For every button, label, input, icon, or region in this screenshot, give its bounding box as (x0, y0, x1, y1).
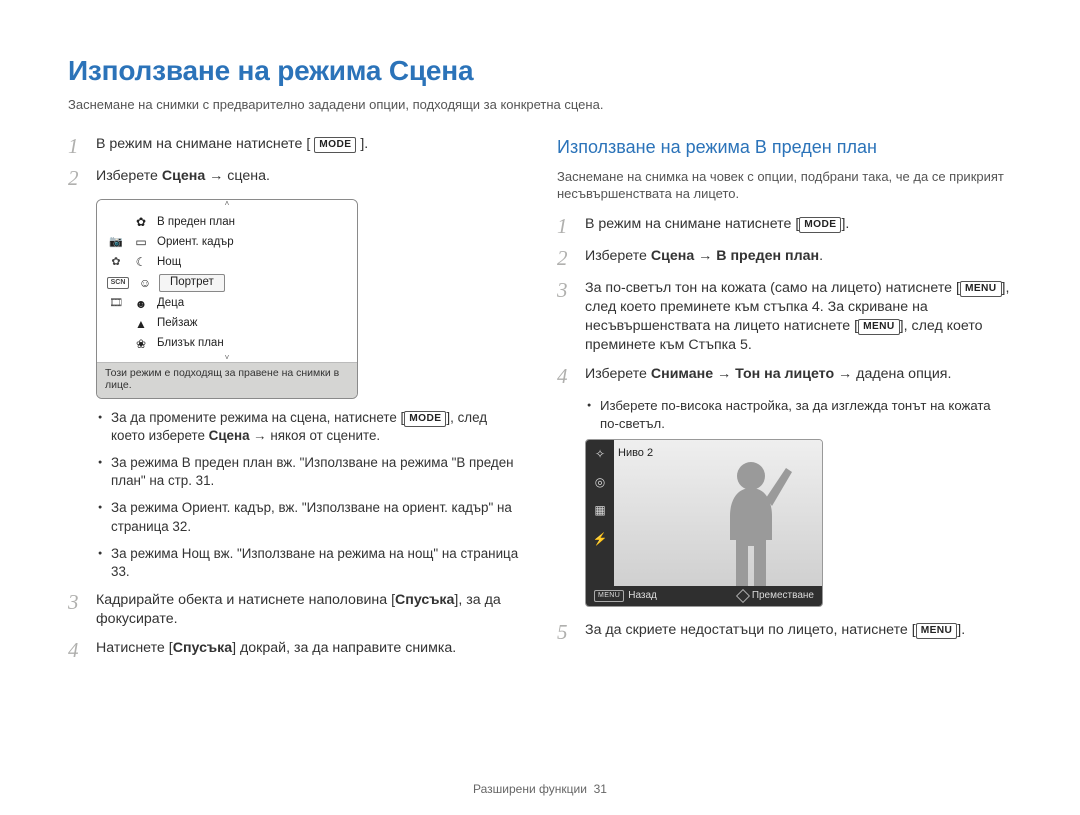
left-column: 1 В режим на снимане натиснете [ MODE ].… (68, 135, 523, 671)
bullet-item: За режима Нощ вж. "Използване на режима … (98, 545, 523, 581)
menu-button: MENU (960, 281, 1002, 297)
subbullet-item: Изберете по-висока настройка, за да изгл… (587, 397, 1012, 433)
scene-item-label-highlight: Портрет (161, 274, 349, 292)
mode-button: MODE (404, 411, 446, 427)
preview-move-label: Преместване (738, 589, 814, 603)
closeup-icon: ❀ (133, 336, 149, 352)
portrait-icon: ☺ (137, 275, 153, 291)
right-column: Използване на режима В преден план Засне… (557, 135, 1012, 671)
scene-item-label: Ориент. кадър (157, 235, 349, 251)
text: ]. (360, 136, 368, 152)
right-step-5: 5 За да скриете недостатъци по лицето, н… (557, 621, 1012, 643)
scn-mode-icon: SCN (107, 277, 129, 288)
preview-back-label: MENU Назад (594, 589, 657, 603)
step-number: 1 (557, 215, 575, 237)
two-column-layout: 1 В режим на снимане натиснете [ MODE ].… (68, 135, 1012, 671)
footer-section: Разширени функции (473, 782, 587, 796)
frame-guide-icon: ▭ (133, 234, 149, 250)
right-step-1: 1 В режим на снимане натиснете [MODE]. (557, 215, 1012, 237)
page-root: Използване на режима Сцена Заснемане на … (0, 0, 1080, 671)
children-icon: ☻ (133, 296, 149, 312)
page-footer: Разширени функции 31 (0, 781, 1080, 797)
camera-preview-graphic: ✧ ◎ ▦ ⚡ Ниво 2 (585, 439, 823, 607)
preview-footer: MENU Назад Преместване (586, 586, 822, 606)
scene-item-label: Деца (157, 296, 349, 312)
right-step-2: 2 Изберете Сцена → В преден план. (557, 247, 1012, 269)
step-number: 2 (557, 247, 575, 269)
text: В режим на снимане натиснете [ (96, 136, 310, 152)
grid-icon: ▦ (586, 496, 614, 524)
flash-off-icon: ⚡ (586, 525, 614, 553)
section-subhead: Използване на режима В преден план (557, 135, 1012, 159)
step-number: 4 (68, 639, 86, 661)
text: Изберете (96, 168, 162, 184)
beauty-icon: ✿ (133, 214, 149, 230)
step-number: 2 (68, 167, 86, 189)
menu-icon: MENU (594, 590, 624, 602)
landscape-icon: ▲ (133, 316, 149, 332)
gear-icon: ✿ (107, 255, 125, 270)
right-step-3: 3 За по-светъл тон на кожата (само на ли… (557, 279, 1012, 356)
right-subbullets: Изберете по-висока настройка, за да изгл… (587, 397, 1012, 433)
person-silhouette-icon (706, 454, 796, 586)
left-bullets: За да промените режима на сцена, натисне… (98, 409, 523, 581)
section-intro: Заснемане на снимка на човек с опции, по… (557, 168, 1012, 203)
left-step-2: 2 Изберете Сцена → сцена. (68, 167, 523, 189)
scene-item-label: Нощ (157, 255, 349, 271)
right-step-4: 4 Изберете Снимане → Тон на лицето → дад… (557, 365, 1012, 387)
step-number: 4 (557, 365, 575, 387)
bullet-item: За режима В преден план вж. "Използване … (98, 454, 523, 490)
camera-icon: 📷 (107, 235, 125, 250)
retouch-icon: ◎ (586, 468, 614, 496)
scene-menu-list: ✿ В преден план 📷 ▭ Ориент. кадър ✿ ☾ Но… (97, 208, 357, 354)
mode-button: MODE (314, 137, 356, 153)
left-step-1: 1 В режим на снимане натиснете [ MODE ]. (68, 135, 523, 157)
bullet-item: За да промените режима на сцена, натисне… (98, 409, 523, 445)
scene-item-label: Пейзаж (157, 316, 349, 332)
film-icon: 🎞 (107, 296, 125, 311)
left-step-3: 3 Кадрирайте обекта и натиснете наполови… (68, 591, 523, 629)
footer-page-number: 31 (594, 782, 607, 796)
menu-button: MENU (916, 623, 958, 639)
scene-item-label: Близък план (157, 336, 349, 352)
step-number: 5 (557, 621, 575, 643)
level-label: Ниво 2 (618, 446, 653, 461)
left-step-4: 4 Натиснете [Спусъка] докрай, за да напр… (68, 639, 523, 661)
face-tone-icon: ✧ (586, 440, 614, 468)
mode-button: MODE (799, 217, 841, 233)
text: → сцена. (205, 168, 270, 184)
bold-text: Сцена (162, 168, 205, 184)
scene-menu-top: ˄ ✿ В преден план 📷 ▭ Ориент. кадър (97, 200, 357, 363)
menu-button: MENU (858, 319, 900, 335)
night-icon: ☾ (133, 254, 149, 270)
preview-sidebar: ✧ ◎ ▦ ⚡ (586, 440, 614, 586)
page-title: Използване на режима Сцена (68, 52, 1012, 90)
page-intro: Заснемане на снимки с предварително зада… (68, 96, 1012, 114)
bullet-item: За режима Ориент. кадър, вж. "Използване… (98, 499, 523, 535)
step-number: 3 (557, 279, 575, 356)
step-number: 1 (68, 135, 86, 157)
scene-item-label: В преден план (157, 215, 349, 231)
dpad-icon (736, 589, 750, 603)
chevron-down-icon: ˅ (97, 354, 357, 362)
step-number: 3 (68, 591, 86, 629)
preview-body: ✧ ◎ ▦ ⚡ Ниво 2 (586, 440, 822, 586)
scene-menu-graphic: ˄ ✿ В преден план 📷 ▭ Ориент. кадър (96, 199, 358, 399)
scene-menu-caption: Този режим е подходящ за правене на сним… (97, 363, 357, 398)
chevron-up-icon: ˄ (97, 200, 357, 208)
